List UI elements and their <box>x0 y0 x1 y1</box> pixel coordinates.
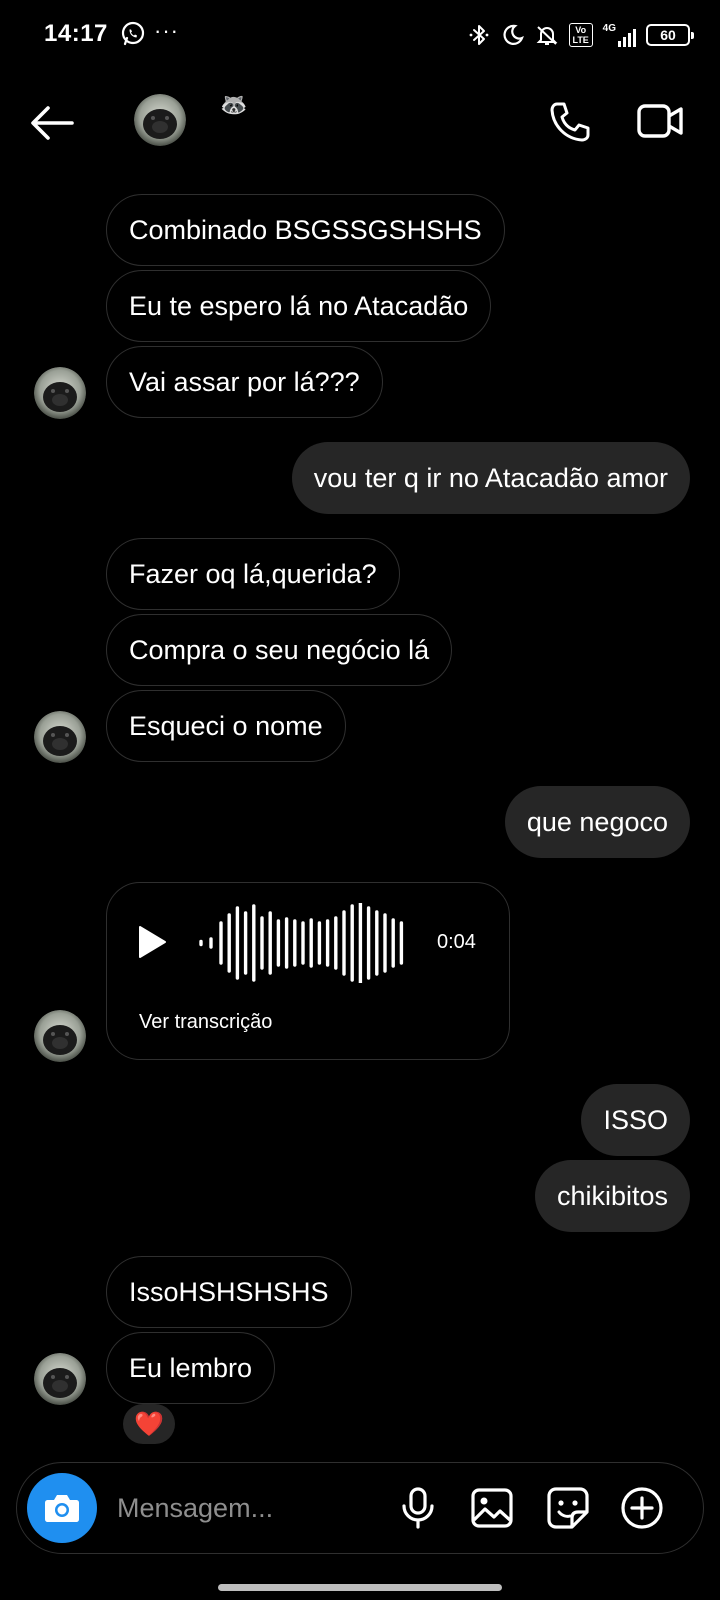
message-bubble-incoming[interactable]: Fazer oq lá,querida? <box>106 538 400 610</box>
heart-reaction[interactable]: ❤️ <box>123 1404 175 1444</box>
battery-icon: 60 <box>646 24 694 46</box>
sender-avatar[interactable] <box>34 1353 86 1405</box>
message-composer <box>16 1462 704 1554</box>
message-bubble-outgoing[interactable]: ISSO <box>581 1084 690 1156</box>
camera-icon <box>45 1495 79 1522</box>
status-time: 14:17 <box>44 20 108 47</box>
voice-duration: 0:04 <box>437 931 476 953</box>
waveform[interactable] <box>195 903 535 983</box>
play-icon[interactable] <box>137 925 167 959</box>
message-bubble-outgoing[interactable]: vou ter q ir no Atacadão amor <box>291 442 690 514</box>
network-type: 4G <box>602 23 616 34</box>
message-bubble-incoming[interactable]: Eu te espero lá no Atacadão <box>106 270 492 342</box>
silent-icon <box>536 26 558 45</box>
gallery-icon[interactable] <box>469 1485 515 1531</box>
transcription-link[interactable]: Ver transcrição <box>139 1011 272 1034</box>
bluetooth-icon <box>469 25 489 45</box>
sender-avatar[interactable] <box>34 1010 86 1062</box>
whatsapp-icon <box>121 21 145 46</box>
volte-icon: Vo LTE <box>568 23 593 47</box>
contact-name-emoji[interactable]: 🦝 <box>220 92 248 118</box>
camera-button[interactable] <box>27 1473 97 1543</box>
message-bubble-incoming[interactable]: Vai assar por lá??? <box>106 346 383 418</box>
message-bubble-incoming[interactable]: Esqueci o nome <box>106 690 346 762</box>
contact-avatar[interactable] <box>134 94 186 146</box>
chat-header: 🦝 <box>0 80 720 164</box>
message-bubble-outgoing[interactable]: que negoco <box>504 786 690 858</box>
message-bubble-outgoing[interactable]: chikibitos <box>534 1160 690 1232</box>
more-dots-icon: ··· <box>154 18 179 43</box>
sender-avatar[interactable] <box>34 367 86 419</box>
signal-4g-icon: 4G <box>603 23 636 47</box>
status-bar: 14:17 ··· Vo LTE 4G 60 <box>0 0 720 70</box>
battery-level: 60 <box>660 27 676 43</box>
message-input[interactable] <box>115 1487 369 1529</box>
microphone-icon[interactable] <box>395 1485 441 1531</box>
message-bubble-incoming[interactable]: Eu lembro <box>106 1332 276 1404</box>
voice-message[interactable]: 0:04 Ver transcrição <box>106 882 510 1060</box>
message-bubble-incoming[interactable]: Compra o seu negócio lá <box>106 614 453 686</box>
message-bubble-incoming[interactable]: Combinado BSGSSGSHSHS <box>106 194 505 266</box>
sticker-icon[interactable] <box>545 1485 591 1531</box>
back-arrow-icon[interactable] <box>28 102 76 144</box>
phone-icon[interactable] <box>548 100 592 144</box>
moon-icon <box>503 24 524 45</box>
home-indicator[interactable] <box>218 1584 502 1591</box>
status-icons: Vo LTE 4G 60 <box>467 20 694 50</box>
plus-icon[interactable] <box>619 1485 665 1531</box>
message-bubble-incoming[interactable]: IssoHSHSHSHS <box>106 1256 352 1328</box>
sender-avatar[interactable] <box>34 711 86 763</box>
video-camera-icon[interactable] <box>636 100 684 142</box>
